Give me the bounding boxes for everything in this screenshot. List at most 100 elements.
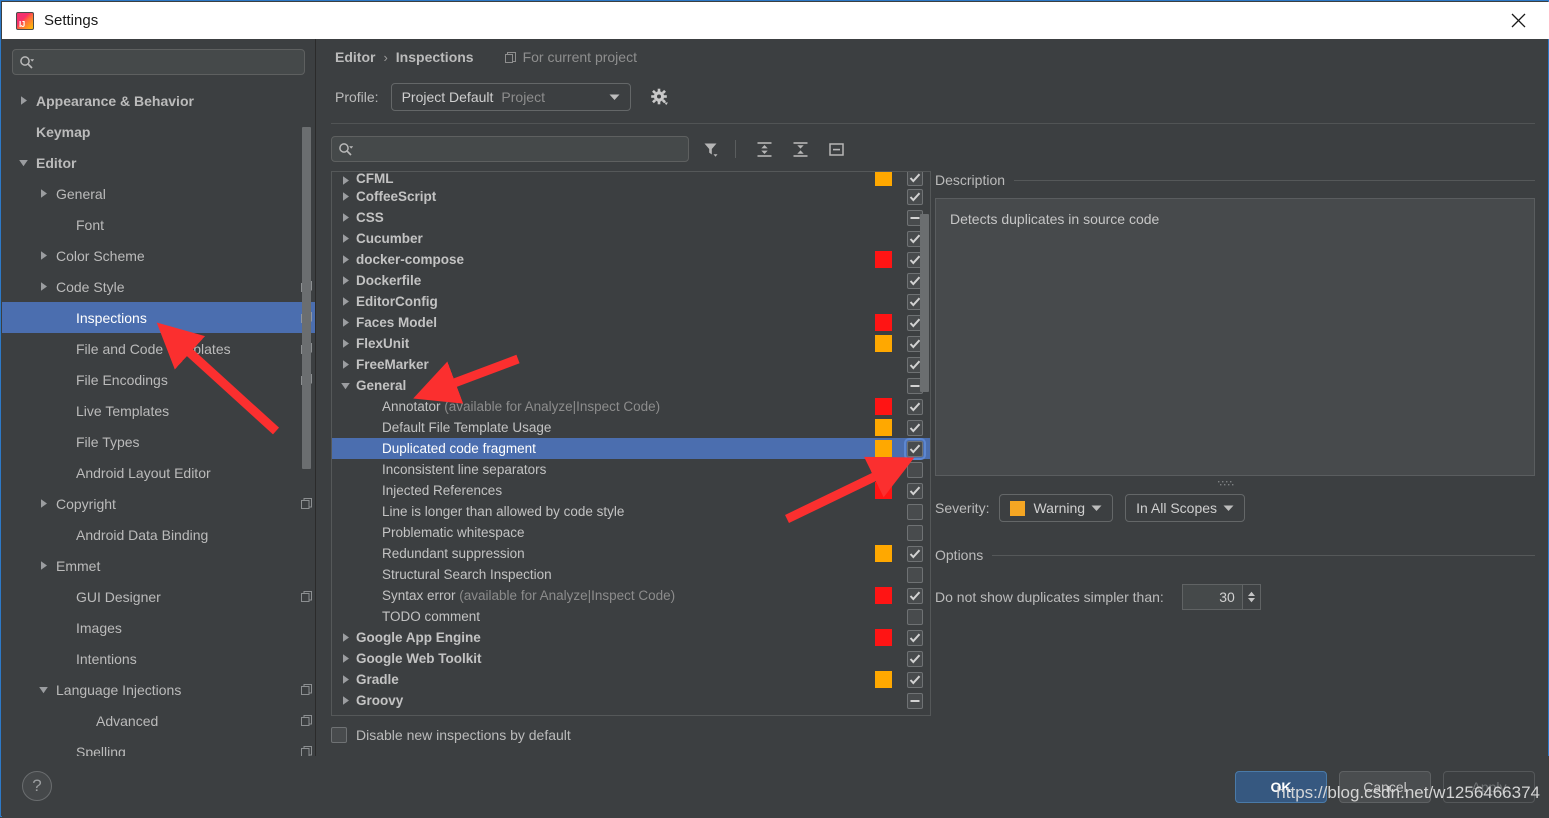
sidebar-item-android-layout-editor[interactable]: Android Layout Editor bbox=[2, 457, 316, 488]
inspections-scrollbar-thumb[interactable] bbox=[920, 214, 929, 392]
inspection-checkbox-cell[interactable] bbox=[900, 462, 930, 478]
chevron-collapsed-icon[interactable] bbox=[336, 175, 354, 186]
stepper-buttons[interactable] bbox=[1242, 584, 1261, 610]
chevron-expanded-icon[interactable] bbox=[16, 156, 30, 170]
chevron-collapsed-icon[interactable] bbox=[336, 212, 354, 223]
close-icon[interactable] bbox=[1495, 2, 1541, 39]
inspection-checkbox[interactable] bbox=[907, 420, 923, 436]
chevron-collapsed-icon[interactable] bbox=[336, 674, 354, 685]
inspection-checkbox-cell[interactable] bbox=[900, 567, 930, 583]
chevron-collapsed-icon[interactable] bbox=[36, 497, 50, 511]
chevron-collapsed-icon[interactable] bbox=[336, 632, 354, 643]
inspection-row[interactable]: Problematic whitespace bbox=[332, 522, 930, 543]
sidebar-item-language-injections[interactable]: Language Injections bbox=[2, 674, 316, 705]
quantity-stepper[interactable]: 30 bbox=[1182, 584, 1261, 610]
sidebar-item-spelling[interactable]: Spelling bbox=[2, 736, 316, 756]
sidebar-scrollbar-thumb[interactable] bbox=[302, 127, 311, 469]
inspection-row[interactable]: Duplicated code fragment bbox=[332, 438, 930, 459]
severity-dropdown[interactable]: Warning bbox=[999, 494, 1113, 522]
inspection-row[interactable]: FreeMarker bbox=[332, 354, 930, 375]
profile-dropdown[interactable]: Project Default Project bbox=[391, 83, 631, 111]
inspection-checkbox-cell[interactable] bbox=[900, 546, 930, 562]
sidebar-search-input[interactable] bbox=[38, 54, 298, 71]
inspection-row[interactable]: Line is longer than allowed by code styl… bbox=[332, 501, 930, 522]
sidebar-item-emmet[interactable]: Emmet bbox=[2, 550, 316, 581]
sidebar-item-inspections[interactable]: Inspections bbox=[2, 302, 316, 333]
breadcrumb-parent[interactable]: Editor bbox=[335, 49, 375, 65]
inspection-checkbox[interactable] bbox=[907, 189, 923, 205]
inspection-checkbox-cell[interactable] bbox=[900, 483, 930, 499]
chevron-collapsed-icon[interactable] bbox=[336, 233, 354, 244]
sidebar-item-file-and-code-templates[interactable]: File and Code Templates bbox=[2, 333, 316, 364]
inspection-row[interactable]: CFML bbox=[332, 172, 930, 186]
sidebar-item-copyright[interactable]: Copyright bbox=[2, 488, 316, 519]
inspection-checkbox[interactable] bbox=[907, 504, 923, 520]
inspection-checkbox[interactable] bbox=[907, 483, 923, 499]
inspection-checkbox[interactable] bbox=[907, 651, 923, 667]
inspection-checkbox-cell[interactable] bbox=[900, 630, 930, 646]
inspection-checkbox-cell[interactable] bbox=[900, 171, 930, 186]
inspection-checkbox-cell[interactable] bbox=[900, 693, 930, 709]
inspection-checkbox[interactable] bbox=[907, 546, 923, 562]
inspection-row[interactable]: Cucumber bbox=[332, 228, 930, 249]
chevron-collapsed-icon[interactable] bbox=[336, 191, 354, 202]
chevron-collapsed-icon[interactable] bbox=[36, 249, 50, 263]
inspection-row[interactable]: Dockerfile bbox=[332, 270, 930, 291]
disable-new-inspections-checkbox[interactable] bbox=[331, 727, 347, 743]
expand-all-icon[interactable] bbox=[750, 135, 778, 163]
inspection-checkbox[interactable] bbox=[907, 399, 923, 415]
inspection-row[interactable]: FlexUnit bbox=[332, 333, 930, 354]
show-only-enabled-icon[interactable] bbox=[822, 135, 850, 163]
inspection-checkbox[interactable] bbox=[907, 630, 923, 646]
cancel-button[interactable]: Cancel bbox=[1339, 771, 1431, 803]
ok-button[interactable]: OK bbox=[1235, 771, 1327, 803]
sidebar-item-color-scheme[interactable]: Color Scheme bbox=[2, 240, 316, 271]
inspection-checkbox[interactable] bbox=[907, 588, 923, 604]
chevron-collapsed-icon[interactable] bbox=[336, 317, 354, 328]
sidebar-item-appearance-behavior[interactable]: Appearance & Behavior bbox=[2, 85, 316, 116]
inspection-row[interactable]: Faces Model bbox=[332, 312, 930, 333]
sidebar-item-keymap[interactable]: Keymap bbox=[2, 116, 316, 147]
gear-icon[interactable] bbox=[649, 86, 671, 108]
inspection-checkbox-cell[interactable] bbox=[900, 399, 930, 415]
inspection-checkbox[interactable] bbox=[907, 567, 923, 583]
inspection-checkbox-cell[interactable] bbox=[900, 189, 930, 205]
inspection-row[interactable]: Google App Engine bbox=[332, 627, 930, 648]
option-value[interactable]: 30 bbox=[1182, 584, 1242, 610]
inspection-checkbox-cell[interactable] bbox=[900, 441, 930, 457]
inspection-row[interactable]: Gradle bbox=[332, 669, 930, 690]
inspection-row[interactable]: docker-compose bbox=[332, 249, 930, 270]
inspection-checkbox[interactable] bbox=[907, 171, 923, 186]
chevron-collapsed-icon[interactable] bbox=[336, 275, 354, 286]
inspections-search-box[interactable] bbox=[331, 136, 689, 162]
sidebar-item-advanced[interactable]: Advanced bbox=[2, 705, 316, 736]
sidebar-search-box[interactable] bbox=[12, 49, 305, 75]
inspection-checkbox-cell[interactable] bbox=[900, 672, 930, 688]
disable-new-inspections-row[interactable]: Disable new inspections by default bbox=[331, 727, 571, 743]
inspection-row[interactable]: Structural Search Inspection bbox=[332, 564, 930, 585]
chevron-collapsed-icon[interactable] bbox=[36, 559, 50, 573]
inspection-row[interactable]: Default File Template Usage bbox=[332, 417, 930, 438]
inspection-checkbox[interactable] bbox=[907, 525, 923, 541]
chevron-collapsed-icon[interactable] bbox=[336, 254, 354, 265]
sidebar-item-intentions[interactable]: Intentions bbox=[2, 643, 316, 674]
chevron-collapsed-icon[interactable] bbox=[336, 296, 354, 307]
inspections-tree[interactable]: CFMLCoffeeScriptCSSCucumberdocker-compos… bbox=[331, 171, 931, 716]
inspection-row[interactable]: Inconsistent line separators bbox=[332, 459, 930, 480]
collapse-all-icon[interactable] bbox=[786, 135, 814, 163]
inspection-row[interactable]: Google Web Toolkit bbox=[332, 648, 930, 669]
apply-button[interactable]: Apply bbox=[1443, 771, 1535, 803]
inspections-search-input[interactable] bbox=[357, 141, 682, 158]
inspection-row[interactable]: CoffeeScript bbox=[332, 186, 930, 207]
inspection-checkbox-cell[interactable] bbox=[900, 420, 930, 436]
sidebar-item-live-templates[interactable]: Live Templates bbox=[2, 395, 316, 426]
chevron-collapsed-icon[interactable] bbox=[16, 94, 30, 108]
scope-dropdown[interactable]: In All Scopes bbox=[1125, 494, 1245, 522]
inspection-checkbox[interactable] bbox=[907, 609, 923, 625]
inspection-checkbox-cell[interactable] bbox=[900, 504, 930, 520]
inspection-row[interactable]: Annotator (available for Analyze|Inspect… bbox=[332, 396, 930, 417]
chevron-collapsed-icon[interactable] bbox=[336, 653, 354, 664]
inspection-checkbox[interactable] bbox=[907, 672, 923, 688]
sidebar-item-font[interactable]: Font bbox=[2, 209, 316, 240]
inspection-checkbox[interactable] bbox=[907, 441, 923, 457]
